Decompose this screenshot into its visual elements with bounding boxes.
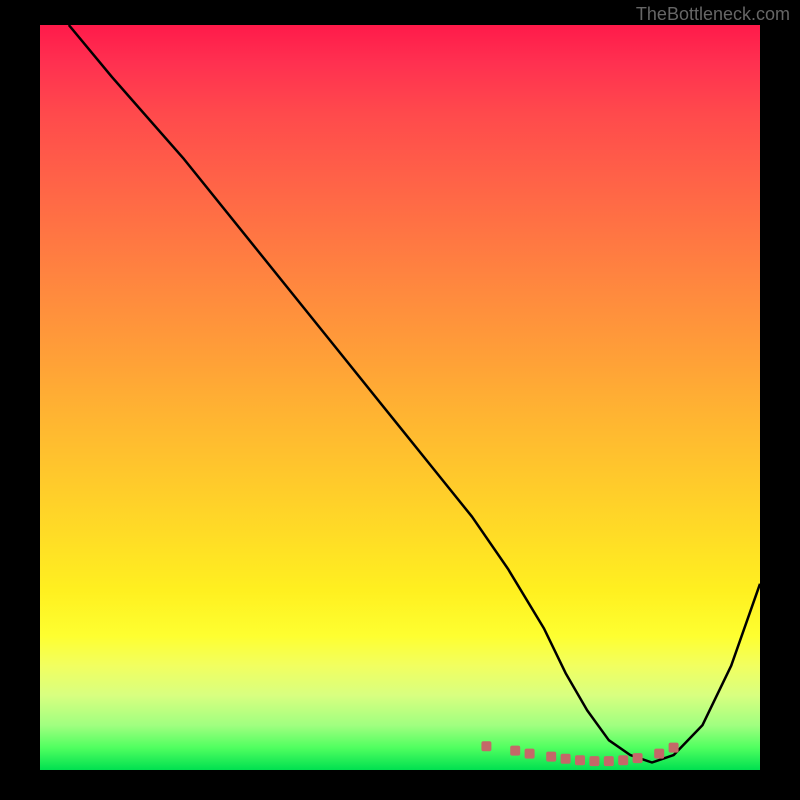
chart-svg [40, 25, 760, 770]
watermark-text: TheBottleneck.com [636, 4, 790, 25]
curve-line [69, 25, 760, 763]
chart-container: TheBottleneck.com [0, 0, 800, 800]
plot-area [40, 25, 760, 770]
